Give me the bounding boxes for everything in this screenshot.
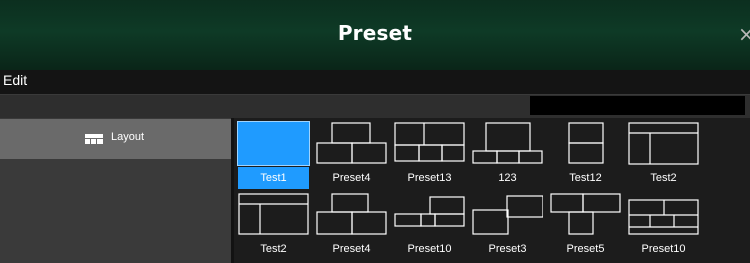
preset-tile[interactable]: Test1 <box>235 119 312 191</box>
menu-item-edit[interactable]: Edit <box>3 72 27 88</box>
preset-thumbnail <box>316 193 387 235</box>
preset-tile[interactable]: Preset13 <box>391 119 468 191</box>
preset-label: Test2 <box>260 243 287 255</box>
toolbar <box>0 95 750 118</box>
preset-thumbnail <box>472 122 543 164</box>
preset-thumbnail <box>628 122 699 165</box>
sidebar-item-label: Layout <box>111 131 145 143</box>
preset-label: Preset4 <box>332 243 371 255</box>
preset-tile[interactable]: Preset4 <box>313 119 390 191</box>
preset-thumbnail <box>238 193 309 235</box>
preset-thumbnail <box>628 199 699 235</box>
preset-label: Test1 <box>238 167 309 189</box>
preset-thumbnail <box>237 121 310 166</box>
preset-label: Preset10 <box>407 243 452 255</box>
preset-thumbnail <box>394 122 465 162</box>
title-bar: Preset × <box>0 0 750 70</box>
preset-tile[interactable]: 123 <box>469 119 546 191</box>
preset-tile[interactable]: Preset4 <box>313 190 390 262</box>
preset-tile[interactable]: Preset10 <box>391 190 468 262</box>
preset-label: Preset5 <box>566 243 605 255</box>
preset-grid: Test1 Preset4 Preset13 123 Test12 Test2 … <box>234 118 750 263</box>
preset-label: Preset10 <box>641 243 686 255</box>
sidebar-item-layout[interactable]: Layout <box>0 119 231 159</box>
preset-tile[interactable]: Test2 <box>235 190 312 262</box>
grid-layout-icon <box>85 134 103 144</box>
preset-tile[interactable]: Preset5 <box>547 190 624 262</box>
preset-label: Test2 <box>650 172 677 184</box>
preset-thumbnail <box>568 122 604 164</box>
window-title: Preset <box>337 21 413 45</box>
preset-label: 123 <box>498 172 517 184</box>
close-icon[interactable]: × <box>738 24 750 44</box>
preset-thumbnail <box>550 193 621 235</box>
preset-label: Preset13 <box>407 172 452 184</box>
sidebar: Layout <box>0 118 231 263</box>
preset-thumbnail <box>472 195 543 235</box>
preset-tile[interactable]: Test2 <box>625 119 702 191</box>
preset-label: Preset4 <box>332 172 371 184</box>
preset-label: Preset3 <box>488 243 527 255</box>
preset-label: Test12 <box>569 172 602 184</box>
preset-tile[interactable]: Test12 <box>547 119 624 191</box>
preset-tile[interactable]: Preset3 <box>469 190 546 262</box>
search-input[interactable] <box>530 96 745 115</box>
preset-thumbnail <box>394 196 465 227</box>
preset-tile[interactable]: Preset10 <box>625 190 702 262</box>
menu-bar: Edit <box>0 70 750 95</box>
preset-thumbnail <box>316 122 387 164</box>
